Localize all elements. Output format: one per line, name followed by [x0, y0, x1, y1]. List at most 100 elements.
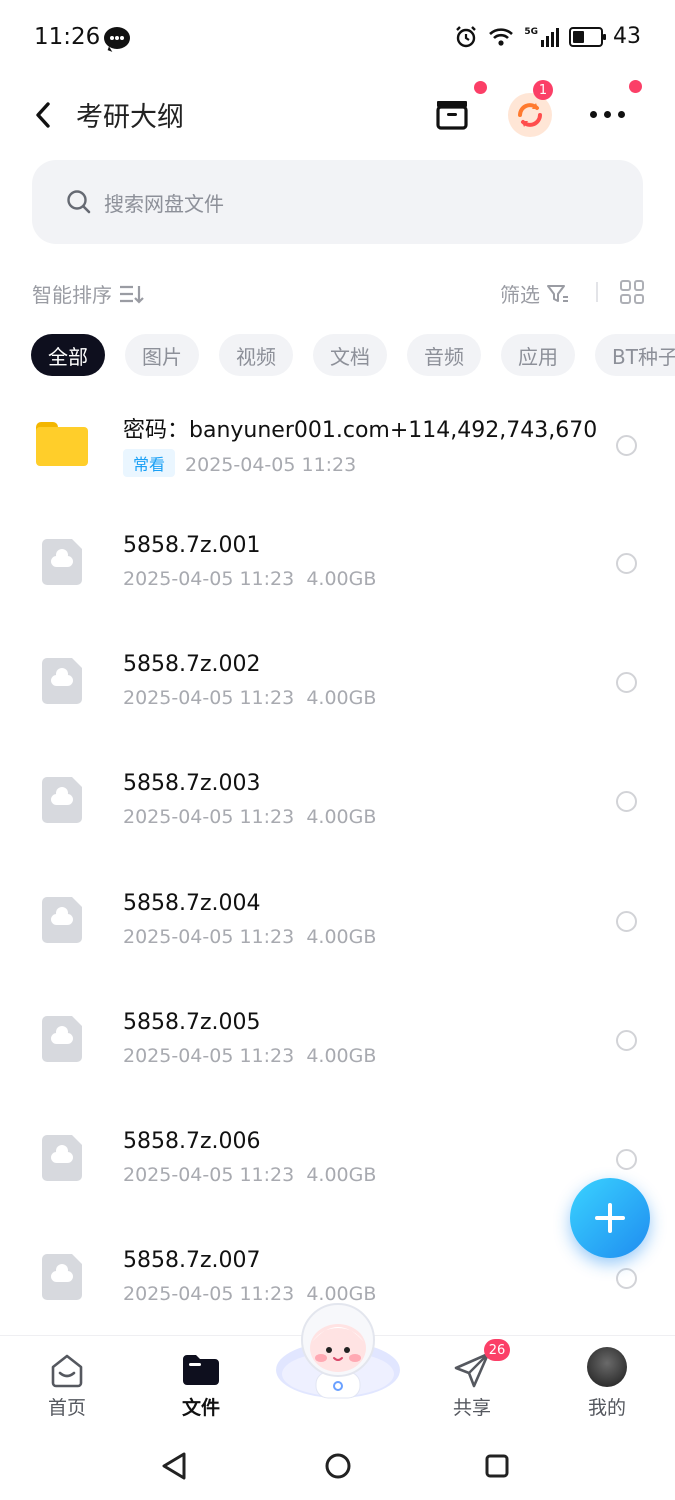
- cloud-file-icon: [42, 1254, 82, 1300]
- cloud-file-icon: [42, 1135, 82, 1181]
- share-badge: 26: [484, 1339, 510, 1361]
- file-date: 2025-04-05 11:23: [123, 926, 295, 948]
- list-item[interactable]: 5858.7z.005 2025-04-05 11:23 4.00GB: [0, 980, 675, 1098]
- file-size: 4.00GB: [306, 568, 377, 590]
- smart-sort-button[interactable]: 智能排序: [32, 279, 144, 308]
- folder-icon: [36, 422, 88, 466]
- search-placeholder: 搜索网盘文件: [104, 191, 224, 216]
- category-chips: 全部 图片 视频 文档 音频 应用 BT种子: [31, 334, 675, 376]
- list-item[interactable]: 5858.7z.001 2025-04-05 11:23 4.00GB: [0, 503, 675, 621]
- list-item[interactable]: 5858.7z.002 2025-04-05 11:23 4.00GB: [0, 622, 675, 740]
- select-radio[interactable]: [616, 791, 637, 812]
- frequent-tag: 常看: [123, 449, 176, 477]
- toolbar-divider: [596, 282, 598, 302]
- plus-icon: [595, 1203, 625, 1233]
- cloud-file-icon: [42, 539, 82, 585]
- more-notification-dot: [629, 80, 642, 93]
- search-input[interactable]: 搜索网盘文件: [32, 160, 643, 244]
- filter-label: 筛选: [500, 283, 540, 307]
- chat-notification-icon: [104, 27, 130, 49]
- sync-badge: 1: [533, 80, 553, 100]
- chip-videos[interactable]: 视频: [219, 334, 293, 376]
- file-size: 4.00GB: [306, 806, 377, 828]
- nav-mine-label: 我的: [587, 1397, 626, 1419]
- select-radio[interactable]: [616, 672, 637, 693]
- file-date: 2025-04-05 11:23: [123, 568, 295, 590]
- wifi-icon: [489, 27, 514, 46]
- cloud-file-icon: [42, 658, 82, 704]
- file-name: 密码：banyuner001.com+114,492,743,670: [123, 418, 598, 443]
- nav-mine[interactable]: 我的: [562, 1336, 652, 1426]
- filter-button[interactable]: 筛选: [500, 279, 570, 308]
- select-radio[interactable]: [616, 553, 637, 574]
- alarm-icon: [456, 25, 477, 47]
- archive-notification-dot: [474, 81, 487, 94]
- select-radio[interactable]: [616, 1268, 637, 1289]
- signal-5g-icon: 5G: [524, 27, 559, 47]
- system-back-icon[interactable]: [160, 1451, 188, 1481]
- file-date: 2025-04-05 11:23: [123, 1283, 295, 1305]
- search-icon: [67, 190, 91, 214]
- cloud-file-icon: [42, 897, 82, 943]
- nav-share[interactable]: 26 共享: [427, 1336, 517, 1426]
- sort-label: 智能排序: [32, 283, 112, 307]
- filter-icon: [547, 284, 568, 302]
- list-item[interactable]: 5858.7z.003 2025-04-05 11:23 4.00GB: [0, 741, 675, 859]
- grid-view-icon[interactable]: [620, 280, 644, 304]
- system-navigation-bar: [0, 1425, 675, 1500]
- select-radio[interactable]: [616, 1030, 637, 1051]
- battery-icon: [569, 26, 606, 47]
- sort-icon: [120, 285, 144, 304]
- chip-audio[interactable]: 音频: [407, 334, 481, 376]
- file-name: 5858.7z.006: [123, 1129, 261, 1154]
- select-radio[interactable]: [616, 911, 637, 932]
- file-name: 5858.7z.007: [123, 1248, 261, 1273]
- list-item[interactable]: 5858.7z.004 2025-04-05 11:23 4.00GB: [0, 861, 675, 979]
- file-meta: 2025-04-05 11:23 4.00GB: [123, 926, 376, 948]
- file-meta: 常看 2025-04-05 11:23: [123, 449, 356, 477]
- cloud-file-icon: [42, 1016, 82, 1062]
- chip-apps[interactable]: 应用: [501, 334, 575, 376]
- file-date: 2025-04-05 11:23: [123, 1045, 295, 1067]
- system-home-icon[interactable]: [324, 1452, 352, 1480]
- file-date: 2025-04-05 11:23: [123, 1164, 295, 1186]
- nav-files[interactable]: 文件: [156, 1336, 246, 1426]
- file-meta: 2025-04-05 11:23 4.00GB: [123, 687, 376, 709]
- system-recents-icon[interactable]: [484, 1453, 510, 1479]
- file-meta: 2025-04-05 11:23 4.00GB: [123, 1164, 376, 1186]
- chip-bt-seeds[interactable]: BT种子: [595, 334, 675, 376]
- folder-tab-icon: [183, 1355, 219, 1385]
- add-button[interactable]: [570, 1178, 650, 1258]
- avatar: [587, 1347, 627, 1387]
- chip-images[interactable]: 图片: [125, 334, 199, 376]
- chip-all[interactable]: 全部: [31, 334, 105, 376]
- file-date: 2025-04-05 11:23: [123, 806, 295, 828]
- archive-box-icon[interactable]: [434, 97, 470, 131]
- nav-home-label: 首页: [47, 1397, 86, 1419]
- file-size: 4.00GB: [306, 926, 377, 948]
- file-name: 5858.7z.003: [123, 771, 261, 796]
- file-size: 4.00GB: [306, 687, 377, 709]
- sync-icon: [518, 103, 542, 127]
- file-name: 5858.7z.002: [123, 652, 261, 677]
- file-meta: 2025-04-05 11:23 4.00GB: [123, 568, 376, 590]
- file-name: 5858.7z.001: [123, 533, 261, 558]
- status-time: 11:26: [34, 24, 101, 50]
- file-name: 5858.7z.005: [123, 1010, 261, 1035]
- file-size: 4.00GB: [306, 1164, 377, 1186]
- list-item[interactable]: 密码：banyuner001.com+114,492,743,670 常看 202…: [0, 385, 675, 503]
- more-options-button[interactable]: [590, 111, 625, 118]
- select-radio[interactable]: [616, 1149, 637, 1170]
- status-icons: 5G 43: [454, 24, 641, 49]
- mascot-assistant-button[interactable]: [276, 1302, 400, 1402]
- home-icon: [51, 1354, 83, 1388]
- back-arrow-icon[interactable]: [30, 98, 60, 132]
- nav-home[interactable]: 首页: [22, 1336, 112, 1426]
- file-date: 2025-04-05 11:23: [123, 687, 295, 709]
- chip-documents[interactable]: 文档: [313, 334, 387, 376]
- nav-files-label: 文件: [181, 1397, 220, 1419]
- nav-share-label: 共享: [452, 1397, 491, 1419]
- select-radio[interactable]: [616, 435, 637, 456]
- file-size: 4.00GB: [306, 1045, 377, 1067]
- battery-level: 43: [613, 24, 641, 49]
